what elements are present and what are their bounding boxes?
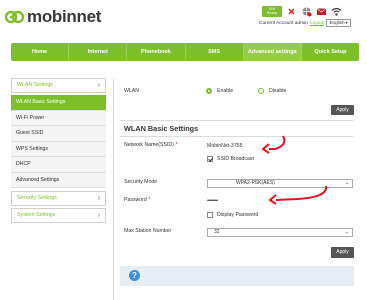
sim-badge-line2: Ready: [266, 11, 278, 16]
chevron-down-icon: ▾: [345, 20, 348, 25]
ssid-broadcast-checkbox[interactable]: [207, 156, 213, 162]
divider: [120, 120, 354, 121]
sidebar-group-label: System Settings: [17, 212, 56, 218]
nav-quick-setup[interactable]: Quick Setup: [302, 43, 359, 61]
wlan-label: WLAN: [124, 88, 139, 94]
password-label: Password *: [124, 197, 150, 203]
signal-x-icon: [286, 6, 297, 17]
main-nav: Home Internet Phonebook SMS Advanced set…: [11, 43, 359, 61]
help-icon[interactable]: ?: [129, 270, 140, 281]
language-select[interactable]: English ▾: [326, 19, 351, 27]
wlan-disable-label: Disable: [269, 88, 287, 94]
sidebar-item-wifi-power[interactable]: Wi-Fi Power: [11, 110, 106, 126]
sidebar-group-label: Security Settings: [17, 195, 57, 201]
mobinnet-logo-icon: [5, 9, 25, 25]
chevron-right-icon: ›: [97, 212, 100, 219]
language-value: English: [329, 20, 345, 25]
sidebar-group-wlan-settings[interactable]: WLAN Settings ›: [11, 78, 106, 93]
annotation-arrow-ssid: [262, 135, 286, 154]
chevron-right-icon: ›: [97, 195, 100, 202]
nav-internet[interactable]: Internet: [69, 43, 128, 61]
sidebar-item-wps-settings[interactable]: WPS Settings: [11, 141, 106, 157]
sidebar-group-label: WLAN Settings: [17, 82, 53, 88]
security-mode-label: Security Mode: [124, 179, 158, 185]
sidebar-item-dhcp[interactable]: DHCP: [11, 157, 106, 173]
sidebar-group-security-settings[interactable]: Security Settings ›: [11, 191, 106, 206]
sidebar-item-guest-ssid[interactable]: Guest SSID: [11, 126, 106, 142]
nav-sms[interactable]: SMS: [186, 43, 244, 61]
nav-home[interactable]: Home: [11, 43, 70, 61]
account-row: Current Account admin Logout English ▾: [259, 19, 351, 27]
password-input[interactable]: ••••••••: [207, 198, 218, 204]
display-password-label: Display Password: [217, 212, 259, 218]
help-bar: ?: [120, 266, 354, 286]
envelope-icon[interactable]: [316, 6, 327, 17]
chevron-down-icon: ⌄: [344, 180, 349, 186]
chevron-down-icon: ⌄: [344, 229, 349, 235]
max-station-select[interactable]: 32 ⌄: [207, 228, 353, 237]
wlan-enable-radio[interactable]: [206, 88, 212, 94]
account-text: Current Account admin: [259, 20, 308, 26]
sidebar-wlan-subitems: WLAN Basic Settings Wi-Fi Power Guest SS…: [11, 95, 106, 188]
logout-link[interactable]: Logout: [310, 21, 325, 26]
sidebar-group-system-settings[interactable]: System Settings ›: [11, 208, 106, 223]
annotation-arrow-password: [268, 185, 328, 205]
wlan-disable-radio[interactable]: [258, 88, 264, 94]
content-divider: [113, 78, 114, 300]
sidebar: WLAN Settings › WLAN Basic Settings Wi-F…: [11, 78, 106, 225]
section-title: WLAN Basic Settings: [124, 124, 199, 133]
nav-advanced-settings[interactable]: Advanced settings: [243, 43, 302, 61]
nav-phonebook[interactable]: Phonebook: [127, 43, 186, 61]
network-name-label: Network Name(SSID) *: [124, 142, 177, 148]
wlan-apply-button[interactable]: Apply: [331, 105, 354, 115]
divider: [120, 136, 354, 137]
network-name-input[interactable]: MobinNet-3755: [207, 143, 242, 149]
password-label-text: Password: [124, 197, 147, 203]
required-mark: *: [175, 142, 178, 148]
sidebar-item-wlan-basic-settings[interactable]: WLAN Basic Settings: [11, 95, 106, 111]
max-station-label: Max Station Number: [124, 228, 172, 234]
max-station-value: 32: [214, 229, 220, 235]
sidebar-item-advanced-settings[interactable]: Advanced Settings: [11, 172, 106, 188]
display-password-checkbox[interactable]: [207, 212, 213, 218]
ssid-broadcast-label: SSID Broadcast: [217, 156, 254, 162]
wlan-enable-label: Enable: [217, 88, 234, 94]
network-globe-icon[interactable]: [301, 6, 312, 17]
brand-name: mobinnet: [27, 7, 102, 26]
network-name-label-text: Network Name(SSID): [124, 142, 174, 148]
sim-status-badge: SIM Ready: [262, 6, 282, 17]
basic-apply-button[interactable]: Apply: [331, 247, 354, 258]
chevron-right-icon: ›: [97, 82, 100, 89]
status-icons: SIM Ready: [262, 6, 342, 17]
required-mark: *: [148, 197, 151, 203]
wifi-icon[interactable]: [331, 6, 342, 17]
brand-logo: mobinnet: [5, 6, 101, 28]
